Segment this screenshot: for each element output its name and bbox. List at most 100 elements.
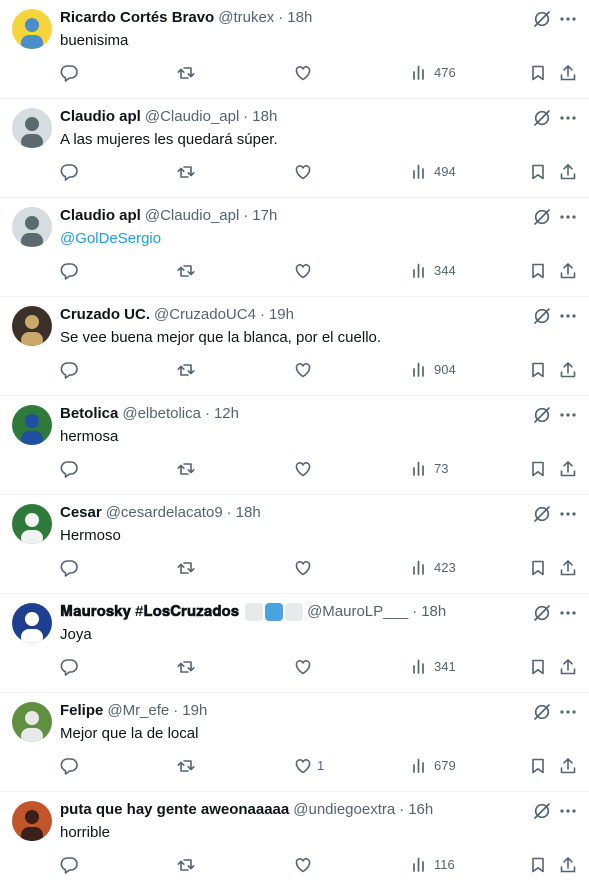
reply-icon[interactable] [59,756,79,776]
bookmark-icon[interactable] [528,558,548,578]
timestamp[interactable]: 12h [214,404,239,424]
more-icon[interactable] [558,207,578,227]
display-name[interactable]: Cruzado UC. [60,305,150,325]
heart-icon[interactable] [293,63,313,83]
heart-icon[interactable] [293,756,313,776]
retweet-icon[interactable] [176,261,196,281]
avatar[interactable] [12,702,52,742]
bookmark-icon[interactable] [528,855,548,875]
share-icon[interactable] [558,657,578,677]
views-chart-icon[interactable] [410,261,430,281]
tweet[interactable]: puta que hay gente aweonaaaaa @undiegoex… [0,792,589,883]
tweet[interactable]: Claudio apl @Claudio_apl · 18h A las muj… [0,99,589,198]
avatar[interactable] [12,108,52,148]
heart-icon[interactable] [293,558,313,578]
avatar[interactable] [12,207,52,247]
grok-icon[interactable] [532,801,552,821]
user-handle[interactable]: @cesardelacato9 [106,503,223,523]
reply-icon[interactable] [59,360,79,380]
share-icon[interactable] [558,558,578,578]
bookmark-icon[interactable] [528,657,548,677]
reply-icon[interactable] [59,459,79,479]
avatar[interactable] [12,603,52,643]
share-icon[interactable] [558,162,578,182]
views-chart-icon[interactable] [410,360,430,380]
user-handle[interactable]: @trukex [218,8,274,28]
user-handle[interactable]: @elbetolica [122,404,201,424]
user-handle[interactable]: @undiegoextra [293,800,395,820]
tweet[interactable]: Cesar @cesardelacato9 · 18h Hermoso 423 [0,495,589,594]
more-icon[interactable] [558,801,578,821]
grok-icon[interactable] [532,9,552,29]
retweet-icon[interactable] [176,459,196,479]
reply-icon[interactable] [59,162,79,182]
display-name[interactable]: Ricardo Cortés Bravo [60,8,214,28]
more-icon[interactable] [558,702,578,722]
avatar[interactable] [12,9,52,49]
display-name[interactable]: Claudio apl [60,107,141,127]
tweet[interactable]: Betolica @elbetolica · 12h hermosa 73 [0,396,589,495]
share-icon[interactable] [558,855,578,875]
grok-icon[interactable] [532,504,552,524]
grok-icon[interactable] [532,702,552,722]
retweet-icon[interactable] [176,558,196,578]
bookmark-icon[interactable] [528,459,548,479]
avatar[interactable] [12,504,52,544]
share-icon[interactable] [558,756,578,776]
avatar[interactable] [12,306,52,346]
views-chart-icon[interactable] [410,63,430,83]
views-chart-icon[interactable] [410,657,430,677]
heart-icon[interactable] [293,459,313,479]
user-handle[interactable]: @Claudio_apl [145,206,239,226]
timestamp[interactable]: 17h [252,206,277,226]
timestamp[interactable]: 19h [269,305,294,325]
tweet[interactable]: Ricardo Cortés Bravo @trukex · 18h bueni… [0,0,589,99]
reply-icon[interactable] [59,558,79,578]
views-chart-icon[interactable] [410,855,430,875]
views-chart-icon[interactable] [410,558,430,578]
timestamp[interactable]: 19h [182,701,207,721]
grok-icon[interactable] [532,405,552,425]
heart-icon[interactable] [293,855,313,875]
bookmark-icon[interactable] [528,261,548,281]
heart-icon[interactable] [293,360,313,380]
timestamp[interactable]: 18h [252,107,277,127]
reply-icon[interactable] [59,657,79,677]
retweet-icon[interactable] [176,657,196,677]
views-chart-icon[interactable] [410,756,430,776]
bookmark-icon[interactable] [528,162,548,182]
timestamp[interactable]: 18h [287,8,312,28]
bookmark-icon[interactable] [528,360,548,380]
grok-icon[interactable] [532,306,552,326]
avatar[interactable] [12,801,52,841]
timestamp[interactable]: 18h [421,602,446,622]
tweet[interactable]: Claudio apl @Claudio_apl · 17h @GolDeSer… [0,198,589,297]
bookmark-icon[interactable] [528,756,548,776]
user-handle[interactable]: @MauroLP___ [307,602,408,622]
grok-icon[interactable] [532,207,552,227]
timestamp[interactable]: 18h [236,503,261,523]
timestamp[interactable]: 16h [408,800,433,820]
share-icon[interactable] [558,360,578,380]
heart-icon[interactable] [293,261,313,281]
display-name[interactable]: 𝐌𝐚𝐮𝐫𝐨𝐬𝐤𝐲 #𝐋𝐨𝐬𝐂𝐫𝐮𝐳𝐚𝐝𝐨𝐬 [60,602,239,622]
more-icon[interactable] [558,9,578,29]
display-name[interactable]: Betolica [60,404,118,424]
reply-icon[interactable] [59,261,79,281]
user-handle[interactable]: @Mr_efe [107,701,169,721]
retweet-icon[interactable] [176,63,196,83]
more-icon[interactable] [558,504,578,524]
share-icon[interactable] [558,459,578,479]
retweet-icon[interactable] [176,855,196,875]
retweet-icon[interactable] [176,162,196,182]
display-name[interactable]: Felipe [60,701,103,721]
share-icon[interactable] [558,261,578,281]
more-icon[interactable] [558,306,578,326]
more-icon[interactable] [558,108,578,128]
retweet-icon[interactable] [176,360,196,380]
reply-icon[interactable] [59,855,79,875]
views-chart-icon[interactable] [410,459,430,479]
display-name[interactable]: Cesar [60,503,102,523]
display-name[interactable]: puta que hay gente aweonaaaaa [60,800,289,820]
tweet[interactable]: 𝐌𝐚𝐮𝐫𝐨𝐬𝐤𝐲 #𝐋𝐨𝐬𝐂𝐫𝐮𝐳𝐚𝐝𝐨𝐬 @MauroLP___ · 18h … [0,594,589,693]
